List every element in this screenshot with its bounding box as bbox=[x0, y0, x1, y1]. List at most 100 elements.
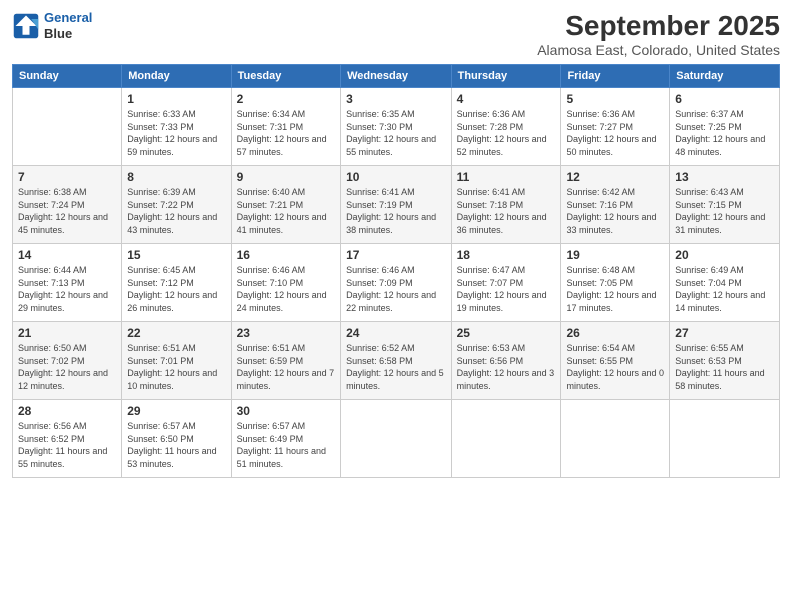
day-number: 1 bbox=[127, 92, 225, 106]
day-number: 27 bbox=[675, 326, 774, 340]
header-cell-friday: Friday bbox=[561, 65, 670, 88]
day-info: Sunrise: 6:44 AMSunset: 7:13 PMDaylight:… bbox=[18, 264, 116, 314]
day-info: Sunrise: 6:57 AMSunset: 6:49 PMDaylight:… bbox=[237, 420, 335, 470]
week-row-5: 28 Sunrise: 6:56 AMSunset: 6:52 PMDayligh… bbox=[13, 400, 780, 478]
day-cell: 25Sunrise: 6:53 AMSunset: 6:56 PMDayligh… bbox=[451, 322, 561, 400]
day-number: 23 bbox=[237, 326, 335, 340]
day-cell: 11 Sunrise: 6:41 AMSunset: 7:18 PMDayligh… bbox=[451, 166, 561, 244]
day-number: 4 bbox=[457, 92, 556, 106]
day-number: 15 bbox=[127, 248, 225, 262]
day-cell: 4Sunrise: 6:36 AMSunset: 7:28 PMDaylight… bbox=[451, 88, 561, 166]
day-number: 12 bbox=[566, 170, 664, 184]
day-cell: 24 Sunrise: 6:52 AMSunset: 6:58 PMDayligh… bbox=[341, 322, 452, 400]
week-row-4: 21 Sunrise: 6:50 AMSunset: 7:02 PMDayligh… bbox=[13, 322, 780, 400]
day-info: Sunrise: 6:49 AMSunset: 7:04 PMDaylight:… bbox=[675, 264, 774, 314]
logo: General Blue bbox=[12, 10, 92, 41]
day-info: Sunrise: 6:56 AMSunset: 6:52 PMDaylight:… bbox=[18, 420, 116, 470]
day-info: Sunrise: 6:33 AMSunset: 7:33 PMDaylight:… bbox=[127, 108, 225, 158]
day-cell: 20 Sunrise: 6:49 AMSunset: 7:04 PMDayligh… bbox=[670, 244, 780, 322]
day-info: Sunrise: 6:46 AMSunset: 7:10 PMDaylight:… bbox=[237, 264, 335, 314]
day-cell: 26 Sunrise: 6:54 AMSunset: 6:55 PMDayligh… bbox=[561, 322, 670, 400]
day-cell bbox=[670, 400, 780, 478]
location-title: Alamosa East, Colorado, United States bbox=[537, 42, 780, 58]
day-info: Sunrise: 6:42 AMSunset: 7:16 PMDaylight:… bbox=[566, 186, 664, 236]
day-number: 28 bbox=[18, 404, 116, 418]
day-info: Sunrise: 6:34 AMSunset: 7:31 PMDaylight:… bbox=[237, 108, 335, 158]
day-info: Sunrise: 6:38 AMSunset: 7:24 PMDaylight:… bbox=[18, 186, 116, 236]
day-cell: 21 Sunrise: 6:50 AMSunset: 7:02 PMDayligh… bbox=[13, 322, 122, 400]
logo-icon bbox=[12, 12, 40, 40]
day-cell: 6 Sunrise: 6:37 AMSunset: 7:25 PMDaylight… bbox=[670, 88, 780, 166]
day-cell: 17 Sunrise: 6:46 AMSunset: 7:09 PMDayligh… bbox=[341, 244, 452, 322]
day-info: Sunrise: 6:36 AMSunset: 7:27 PMDaylight:… bbox=[566, 108, 664, 158]
header-cell-wednesday: Wednesday bbox=[341, 65, 452, 88]
day-cell: 18 Sunrise: 6:47 AMSunset: 7:07 PMDayligh… bbox=[451, 244, 561, 322]
day-info: Sunrise: 6:50 AMSunset: 7:02 PMDaylight:… bbox=[18, 342, 116, 392]
day-cell bbox=[13, 88, 122, 166]
day-cell: 14Sunrise: 6:44 AMSunset: 7:13 PMDayligh… bbox=[13, 244, 122, 322]
day-cell: 13Sunrise: 6:43 AMSunset: 7:15 PMDayligh… bbox=[670, 166, 780, 244]
day-cell: 5Sunrise: 6:36 AMSunset: 7:27 PMDaylight… bbox=[561, 88, 670, 166]
day-cell: 19 Sunrise: 6:48 AMSunset: 7:05 PMDayligh… bbox=[561, 244, 670, 322]
day-info: Sunrise: 6:57 AMSunset: 6:50 PMDaylight:… bbox=[127, 420, 225, 470]
day-info: Sunrise: 6:55 AMSunset: 6:53 PMDaylight:… bbox=[675, 342, 774, 392]
day-info: Sunrise: 6:40 AMSunset: 7:21 PMDaylight:… bbox=[237, 186, 335, 236]
day-info: Sunrise: 6:35 AMSunset: 7:30 PMDaylight:… bbox=[346, 108, 446, 158]
logo-line1: General bbox=[44, 10, 92, 25]
day-cell: 16 Sunrise: 6:46 AMSunset: 7:10 PMDayligh… bbox=[231, 244, 340, 322]
logo-text: General Blue bbox=[44, 10, 92, 41]
header-cell-tuesday: Tuesday bbox=[231, 65, 340, 88]
day-number: 8 bbox=[127, 170, 225, 184]
day-info: Sunrise: 6:37 AMSunset: 7:25 PMDaylight:… bbox=[675, 108, 774, 158]
day-info: Sunrise: 6:52 AMSunset: 6:58 PMDaylight:… bbox=[346, 342, 446, 392]
header: General Blue September 2025 Alamosa East… bbox=[12, 10, 780, 58]
day-number: 6 bbox=[675, 92, 774, 106]
day-number: 2 bbox=[237, 92, 335, 106]
day-info: Sunrise: 6:51 AMSunset: 7:01 PMDaylight:… bbox=[127, 342, 225, 392]
day-number: 20 bbox=[675, 248, 774, 262]
day-number: 10 bbox=[346, 170, 446, 184]
header-cell-sunday: Sunday bbox=[13, 65, 122, 88]
day-number: 19 bbox=[566, 248, 664, 262]
day-number: 11 bbox=[457, 170, 556, 184]
week-row-2: 7 Sunrise: 6:38 AMSunset: 7:24 PMDaylight… bbox=[13, 166, 780, 244]
day-info: Sunrise: 6:46 AMSunset: 7:09 PMDaylight:… bbox=[346, 264, 446, 314]
day-cell bbox=[451, 400, 561, 478]
day-number: 7 bbox=[18, 170, 116, 184]
day-info: Sunrise: 6:43 AMSunset: 7:15 PMDaylight:… bbox=[675, 186, 774, 236]
day-cell bbox=[341, 400, 452, 478]
day-info: Sunrise: 6:48 AMSunset: 7:05 PMDaylight:… bbox=[566, 264, 664, 314]
day-number: 18 bbox=[457, 248, 556, 262]
week-row-3: 14Sunrise: 6:44 AMSunset: 7:13 PMDayligh… bbox=[13, 244, 780, 322]
page: General Blue September 2025 Alamosa East… bbox=[0, 0, 792, 612]
day-info: Sunrise: 6:39 AMSunset: 7:22 PMDaylight:… bbox=[127, 186, 225, 236]
day-info: Sunrise: 6:51 AMSunset: 6:59 PMDaylight:… bbox=[237, 342, 335, 392]
logo-line2: Blue bbox=[44, 26, 92, 42]
day-number: 16 bbox=[237, 248, 335, 262]
calendar-table: SundayMondayTuesdayWednesdayThursdayFrid… bbox=[12, 64, 780, 478]
day-cell: 29 Sunrise: 6:57 AMSunset: 6:50 PMDayligh… bbox=[122, 400, 231, 478]
day-cell: 9 Sunrise: 6:40 AMSunset: 7:21 PMDaylight… bbox=[231, 166, 340, 244]
header-row: SundayMondayTuesdayWednesdayThursdayFrid… bbox=[13, 65, 780, 88]
day-info: Sunrise: 6:41 AMSunset: 7:18 PMDaylight:… bbox=[457, 186, 556, 236]
day-cell: 1 Sunrise: 6:33 AMSunset: 7:33 PMDaylight… bbox=[122, 88, 231, 166]
day-cell: 23 Sunrise: 6:51 AMSunset: 6:59 PMDayligh… bbox=[231, 322, 340, 400]
day-number: 3 bbox=[346, 92, 446, 106]
day-info: Sunrise: 6:47 AMSunset: 7:07 PMDaylight:… bbox=[457, 264, 556, 314]
day-number: 9 bbox=[237, 170, 335, 184]
day-cell bbox=[561, 400, 670, 478]
day-info: Sunrise: 6:45 AMSunset: 7:12 PMDaylight:… bbox=[127, 264, 225, 314]
day-number: 21 bbox=[18, 326, 116, 340]
day-info: Sunrise: 6:41 AMSunset: 7:19 PMDaylight:… bbox=[346, 186, 446, 236]
day-info: Sunrise: 6:54 AMSunset: 6:55 PMDaylight:… bbox=[566, 342, 664, 392]
day-cell: 2 Sunrise: 6:34 AMSunset: 7:31 PMDaylight… bbox=[231, 88, 340, 166]
day-number: 24 bbox=[346, 326, 446, 340]
week-row-1: 1 Sunrise: 6:33 AMSunset: 7:33 PMDaylight… bbox=[13, 88, 780, 166]
day-cell: 12 Sunrise: 6:42 AMSunset: 7:16 PMDayligh… bbox=[561, 166, 670, 244]
day-number: 29 bbox=[127, 404, 225, 418]
day-number: 17 bbox=[346, 248, 446, 262]
day-cell: 8 Sunrise: 6:39 AMSunset: 7:22 PMDaylight… bbox=[122, 166, 231, 244]
day-cell: 15 Sunrise: 6:45 AMSunset: 7:12 PMDayligh… bbox=[122, 244, 231, 322]
header-cell-thursday: Thursday bbox=[451, 65, 561, 88]
day-number: 26 bbox=[566, 326, 664, 340]
